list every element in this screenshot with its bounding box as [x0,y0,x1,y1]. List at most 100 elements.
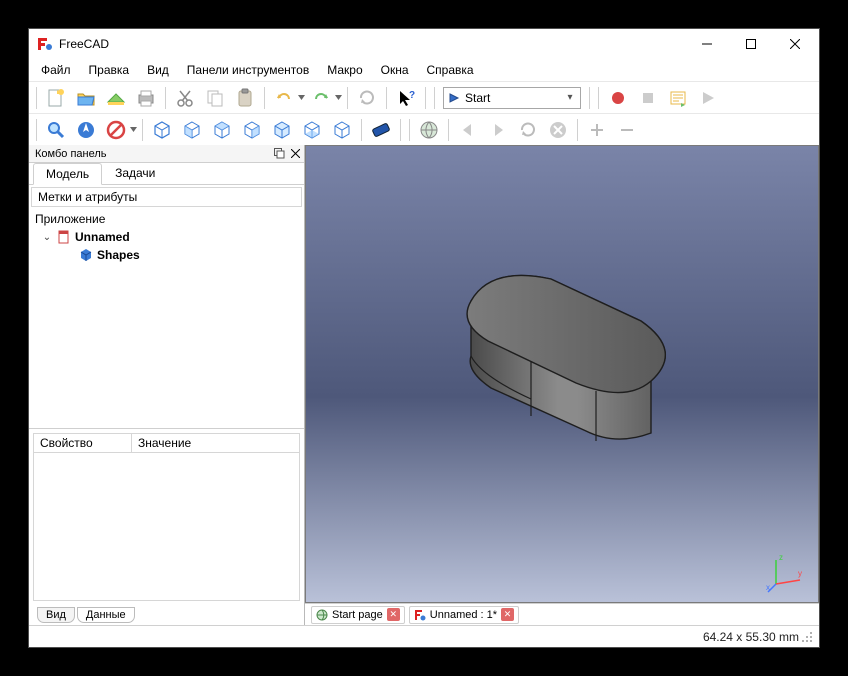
view-rear-button[interactable] [268,116,296,144]
svg-text:y: y [798,569,802,578]
view-bottom-button[interactable] [298,116,326,144]
menu-edit[interactable]: Правка [81,61,138,79]
web-home-button[interactable] [415,116,443,144]
macro-list-button[interactable] [664,84,692,112]
view-iso-button[interactable] [148,116,176,144]
tree-shape-node[interactable]: Shapes [35,246,298,264]
cube-left-icon [332,120,352,140]
svg-text:?: ? [409,90,415,101]
new-document-button[interactable] [42,84,70,112]
minus-icon [619,122,635,138]
drawstyle-dropdown[interactable] [129,127,137,132]
combo-panel: Комбо панель Модель Задачи Метки и атриб… [29,145,305,625]
stop-icon [640,90,656,106]
menu-windows[interactable]: Окна [373,61,417,79]
svg-text:z: z [779,553,783,562]
tab-model[interactable]: Модель [33,163,102,185]
macro-stop-button[interactable] [634,84,662,112]
menu-view[interactable]: Вид [139,61,177,79]
arrow-left-icon [459,121,477,139]
stop-circle-icon [548,120,568,140]
doc-tab-start[interactable]: Start page ✕ [311,606,405,624]
window-maximize-button[interactable] [729,30,773,58]
chevron-down-icon [130,127,137,132]
plus-icon [589,122,605,138]
tree-view[interactable]: Метки и атрибуты Приложение ⌄ Unnamed Sh… [29,185,304,429]
toolbars: ? Start ▾ [29,81,819,145]
menu-help[interactable]: Справка [419,61,482,79]
axis-indicator: y z x [766,550,810,594]
title-bar: FreeCAD [29,29,819,59]
tab-close-button[interactable]: ✕ [501,608,514,621]
toolbar-separator [598,87,599,109]
nav-style-button[interactable] [72,116,100,144]
tree-app-node[interactable]: Приложение [35,210,298,228]
prop-col-value: Значение [132,434,197,452]
close-icon [291,149,300,158]
print-button[interactable] [132,84,160,112]
redo-dropdown[interactable] [334,95,342,100]
copy-button[interactable] [201,84,229,112]
macro-list-icon [669,89,687,107]
model-shape [436,241,696,441]
redo-button[interactable] [307,84,335,112]
save-button[interactable] [102,84,130,112]
view-top-button[interactable] [208,116,236,144]
toggle-clip-button[interactable] [102,116,130,144]
zoom-out-button[interactable] [613,116,641,144]
chevron-down-icon: ▾ [562,92,578,103]
cube-right-icon [242,120,262,140]
arrow-right-icon [489,121,507,139]
measure-button[interactable] [367,116,395,144]
paste-button[interactable] [231,84,259,112]
window-minimize-button[interactable] [685,30,729,58]
view-left-button[interactable] [328,116,356,144]
macro-record-button[interactable] [604,84,632,112]
tree-document-node[interactable]: ⌄ Unnamed [35,228,298,246]
tab-tasks[interactable]: Задачи [102,162,168,184]
menu-file[interactable]: Файл [33,61,79,79]
toolbar-separator [589,87,590,109]
undo-button[interactable] [270,84,298,112]
cut-button[interactable] [171,84,199,112]
arrow-right-icon [448,91,462,105]
toolbar-separator [425,87,426,109]
open-document-button[interactable] [72,84,100,112]
3d-viewport[interactable]: y z x [305,145,819,603]
fit-all-button[interactable] [42,116,70,144]
resize-grip-icon[interactable] [801,631,813,643]
tree-label: Unnamed [75,230,130,244]
expand-toggle-icon[interactable]: ⌄ [41,232,53,243]
refresh-button[interactable] [353,84,381,112]
whats-this-button[interactable]: ? [392,84,420,112]
toolbar-separator [386,87,387,109]
view-right-button[interactable] [238,116,266,144]
window-close-button[interactable] [773,30,817,58]
toolbar-separator [434,87,435,109]
menu-panels[interactable]: Панели инструментов [179,61,317,79]
workbench-selector[interactable]: Start ▾ [443,87,581,109]
undo-dropdown[interactable] [297,95,305,100]
web-stop-button[interactable] [544,116,572,144]
panel-float-button[interactable] [272,147,286,161]
zoom-in-button[interactable] [583,116,611,144]
web-forward-button[interactable] [484,116,512,144]
macro-play-button[interactable] [694,84,722,112]
prop-tab-view[interactable]: Вид [37,607,75,623]
tree-header-label: Метки и атрибуты [32,188,143,206]
view-front-button[interactable] [178,116,206,144]
panel-close-button[interactable] [288,147,302,161]
web-refresh-button[interactable] [514,116,542,144]
menu-macro[interactable]: Макро [319,61,370,79]
chevron-down-icon [335,95,342,100]
play-icon [700,90,716,106]
web-back-button[interactable] [454,116,482,144]
help-cursor-icon: ? [397,89,415,107]
property-table[interactable]: Свойство Значение [33,433,300,601]
property-tabs: Вид Данные [29,605,304,625]
tab-close-button[interactable]: ✕ [387,608,400,621]
doc-tab-unnamed[interactable]: Unnamed : 1* ✕ [409,606,519,624]
prop-tab-data[interactable]: Данные [77,607,135,623]
globe-icon [419,120,439,140]
toolbar-file-row: ? Start ▾ [29,81,819,113]
